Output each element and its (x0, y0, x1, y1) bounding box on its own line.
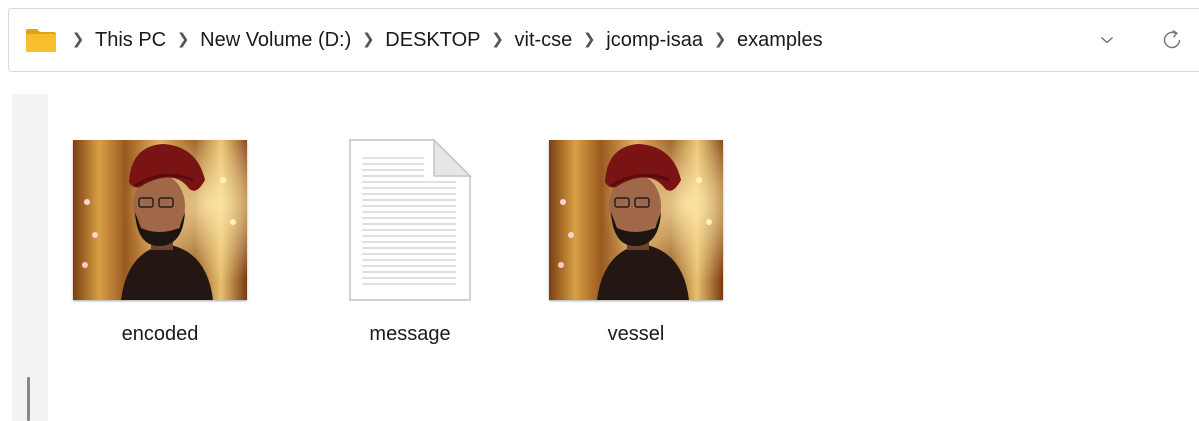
breadcrumb-this-pc[interactable]: This PC (89, 25, 172, 55)
file-list-view: encoded message vessel (48, 94, 1199, 421)
chevron-right-icon[interactable]: ❯ (357, 30, 379, 48)
file-item-message[interactable]: message (312, 120, 508, 360)
breadcrumb-examples[interactable]: examples (731, 25, 829, 55)
chevron-down-icon (1101, 37, 1113, 44)
file-name: vessel (607, 323, 665, 345)
file-name: encoded (121, 323, 199, 345)
file-explorer-window: ❯ This PC ❯ New Volume (D:) ❯ DESKTOP ❯ … (0, 0, 1199, 421)
navigation-pane (12, 94, 48, 421)
folder-icon (26, 29, 56, 52)
breadcrumb-vit-cse[interactable]: vit-cse (509, 25, 579, 55)
breadcrumb-desktop[interactable]: DESKTOP (379, 25, 486, 55)
address-history-dropdown[interactable] (1092, 25, 1122, 55)
file-item-vessel[interactable]: vessel (538, 120, 734, 360)
breadcrumb: ❯ This PC ❯ New Volume (D:) ❯ DESKTOP ❯ … (25, 9, 829, 71)
document-icon (349, 138, 472, 301)
text-file-icon (312, 120, 508, 320)
photo-thumbnail-image (73, 140, 247, 300)
photo-thumbnail-image (549, 140, 723, 300)
chevron-right-icon[interactable]: ❯ (172, 30, 194, 48)
chevron-right-icon[interactable]: ❯ (487, 30, 509, 48)
chevron-right-icon[interactable]: ❯ (709, 30, 731, 48)
chevron-right-icon[interactable]: ❯ (67, 30, 89, 48)
breadcrumb-new-volume[interactable]: New Volume (D:) (194, 25, 357, 55)
breadcrumb-jcomp-isaa[interactable]: jcomp-isaa (600, 25, 709, 55)
address-bar[interactable]: ❯ This PC ❯ New Volume (D:) ❯ DESKTOP ❯ … (8, 8, 1199, 72)
nav-scrollbar-thumb[interactable] (27, 377, 30, 421)
file-item-encoded[interactable]: encoded (62, 120, 258, 360)
photo-thumbnail (538, 120, 734, 320)
photo-thumbnail (62, 120, 258, 320)
chevron-right-icon[interactable]: ❯ (578, 30, 600, 48)
file-name: message (369, 323, 451, 345)
refresh-button[interactable] (1155, 23, 1189, 57)
refresh-icon (1163, 29, 1181, 49)
